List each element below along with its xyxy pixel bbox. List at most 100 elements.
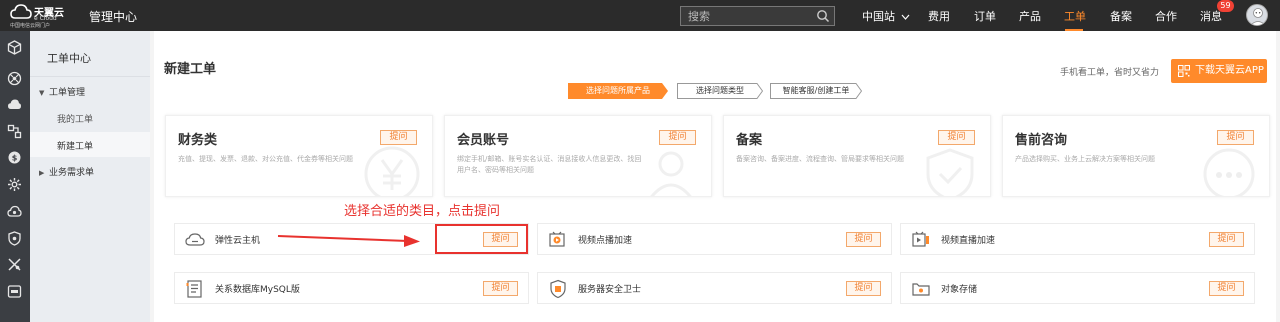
category-title: 备案: [736, 133, 763, 148]
shield-watermark-icon: [926, 148, 974, 196]
ticket-sidebar: 工单中心 ▼ 工单管理 我的工单 新建工单 ▶ 业务需求单: [30, 31, 150, 322]
step-create-ticket: 智能客服/创建工单: [770, 83, 862, 99]
search-box: [680, 6, 835, 26]
network-icon[interactable]: [7, 71, 22, 86]
svg-text:$: $: [12, 154, 18, 163]
settings-icon[interactable]: [7, 177, 22, 192]
shield-icon[interactable]: [7, 231, 22, 246]
object-storage-icon: [912, 283, 930, 296]
product-name: 服务器安全卫士: [578, 285, 642, 295]
product-row-mysql[interactable]: 关系数据库MySQL版 提问: [174, 272, 529, 304]
video-vod-icon: [549, 231, 565, 247]
step-select-type: 选择问题类型: [677, 83, 763, 99]
user-avatar-icon: [1250, 8, 1266, 25]
product-row-video-live[interactable]: 视频直播加速 提问: [900, 223, 1255, 255]
sidebar-divider: [30, 76, 150, 77]
annotation-text: 选择合适的类目，点击提问: [344, 204, 501, 219]
category-description: 产品选择购买、业务上云解决方案等相关问题: [1015, 155, 1155, 163]
nav-products[interactable]: 产品: [1019, 8, 1041, 24]
product-name: 对象存储: [941, 285, 978, 295]
ask-button[interactable]: 提问: [659, 130, 696, 145]
product-name: 弹性云主机: [215, 236, 261, 246]
sidebar-item-new-ticket[interactable]: 新建工单: [57, 139, 93, 152]
ask-button[interactable]: 提问: [938, 130, 975, 145]
routing-icon[interactable]: [7, 124, 22, 139]
step-select-product: 选择问题所属产品: [568, 83, 668, 99]
chevron-down-icon: [901, 14, 909, 20]
category-title: 售前咨询: [1015, 133, 1068, 148]
database-icon: [186, 280, 202, 298]
product-row-video-vod[interactable]: 视频点播加速 提问: [537, 223, 892, 255]
sidebar-title: 工单中心: [47, 52, 91, 65]
ask-button[interactable]: 提问: [483, 281, 518, 296]
brand-name-en: e Cloud: [34, 15, 57, 22]
nav-orders[interactable]: 订单: [974, 8, 996, 24]
category-description: 充值、提现、发票、退款、对公充值、代金券等相关问题: [178, 155, 353, 163]
ask-button[interactable]: 提问: [380, 130, 417, 145]
yen-watermark-icon: [364, 146, 420, 196]
nav-region[interactable]: 中国站: [862, 8, 910, 24]
category-card-finance[interactable]: 财务类 充值、提现、发票、退款、对公充值、代金券等相关问题 提问: [165, 115, 433, 197]
category-description: 绑定手机/邮箱、账号实名认证、消息接收人信息更改、找回用户名、密码等相关问题: [457, 155, 642, 174]
category-title: 财务类: [178, 133, 218, 148]
product-icon-bar: $: [0, 31, 30, 322]
product-name: 视频点播加速: [578, 236, 633, 246]
download-app-button[interactable]: 下载天翼云APP: [1171, 59, 1267, 83]
search-icon[interactable]: [816, 9, 830, 23]
chat-watermark-icon: [1203, 148, 1255, 196]
sidebar-group-label: 工单管理: [49, 88, 86, 98]
top-nav-bar: 天翼云 e Cloud 中国电信云网门户 管理中心 中国站 费用 订单 产品 工…: [0, 0, 1280, 31]
message-count-badge: 59: [1217, 0, 1234, 12]
server-security-icon: [550, 279, 566, 299]
product-row-server-security[interactable]: 服务器安全卫士 提问: [537, 272, 892, 304]
category-card-presales[interactable]: 售前咨询 产品选择购买、业务上云解决方案等相关问题 提问: [1002, 115, 1270, 197]
category-title: 会员账号: [457, 133, 510, 148]
sidebar-group-ticket-management[interactable]: ▼ 工单管理: [39, 85, 85, 98]
nav-tickets[interactable]: 工单: [1064, 8, 1086, 24]
product-name: 关系数据库MySQL版: [215, 285, 300, 295]
console-title[interactable]: 管理中心: [89, 8, 137, 25]
download-app-label: 下载天翼云APP: [1195, 65, 1264, 76]
nav-filing[interactable]: 备案: [1110, 8, 1132, 24]
annotation-highlight-box: [435, 224, 528, 254]
cloud-logo-icon: [10, 4, 32, 19]
ask-button[interactable]: 提问: [1209, 281, 1244, 296]
search-input[interactable]: [681, 7, 811, 25]
step-label: 智能客服/创建工单: [782, 86, 850, 95]
caret-right-icon: ▶: [39, 169, 45, 177]
ask-button[interactable]: 提问: [846, 232, 881, 247]
avatar[interactable]: [1246, 4, 1268, 26]
ask-button[interactable]: 提问: [1209, 232, 1244, 247]
user-watermark-icon: [650, 151, 692, 196]
sidebar-item-my-tickets[interactable]: 我的工单: [57, 112, 93, 125]
caret-down-icon: ▼: [39, 89, 45, 97]
step-label: 选择问题类型: [696, 86, 744, 95]
ask-button[interactable]: 提问: [846, 281, 881, 296]
ask-button[interactable]: 提问: [1217, 130, 1254, 145]
logo[interactable]: 天翼云 e Cloud 中国电信云网门户: [8, 3, 68, 29]
video-live-icon: [912, 231, 929, 247]
page-title: 新建工单: [164, 62, 217, 77]
category-card-filing[interactable]: 备案 备案咨询、备案进度、流程查询、管局要求等相关问题 提问: [723, 115, 991, 197]
product-name: 视频直播加速: [941, 236, 996, 246]
cloud-storage-icon[interactable]: [7, 204, 22, 219]
cloud-icon[interactable]: [7, 97, 22, 112]
sidebar-group-business-requests[interactable]: ▶ 业务需求单: [39, 165, 94, 178]
brand-subtitle: 中国电信云网门户: [10, 23, 51, 29]
cloud-host-icon: [185, 233, 205, 246]
nav-billing[interactable]: 费用: [928, 8, 950, 24]
billing-icon[interactable]: $: [7, 150, 22, 165]
tools-icon[interactable]: [7, 257, 22, 272]
nav-partner[interactable]: 合作: [1155, 8, 1177, 24]
annotation-arrow-icon: [277, 235, 420, 247]
qr-code-icon: [1178, 65, 1190, 77]
sidebar-group-label: 业务需求单: [49, 168, 95, 178]
category-card-account[interactable]: 会员账号 绑定手机/邮箱、账号实名认证、消息接收人信息更改、找回用户名、密码等相…: [444, 115, 712, 197]
monitor-icon[interactable]: [7, 284, 22, 299]
category-description: 备案咨询、备案进度、流程查询、管局要求等相关问题: [736, 155, 904, 163]
cube-icon[interactable]: [7, 40, 22, 55]
promo-text: 手机看工单，省时又省力: [1060, 68, 1160, 78]
step-label: 选择问题所属产品: [586, 86, 650, 95]
nav-region-label: 中国站: [862, 10, 895, 23]
product-row-object-storage[interactable]: 对象存储 提问: [900, 272, 1255, 304]
